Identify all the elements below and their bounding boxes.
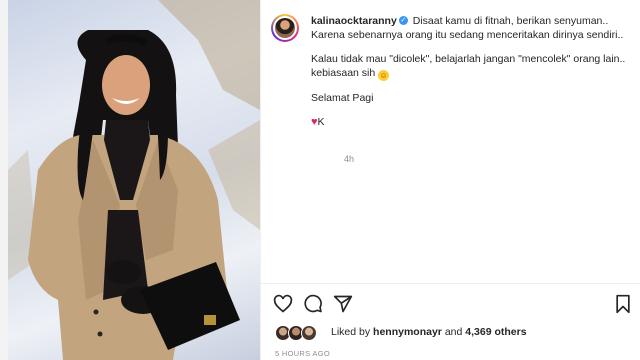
liker-avatar [301, 325, 317, 341]
heart-icon[interactable] [273, 294, 293, 314]
caption-line-4: kebiasaan sih [311, 66, 376, 79]
caption-line-1: Disaat kamu di fitnah, berikan senyuman.… [412, 15, 609, 27]
post-time-ago[interactable]: 5 HOURS AGO [275, 349, 330, 358]
caption-line-5: Selamat Pagi [311, 91, 374, 104]
username-link[interactable]: kalinaocktaranny [311, 15, 397, 27]
avatar-ring [273, 16, 297, 40]
verified-icon: ✓ [398, 16, 408, 26]
share-icon[interactable] [333, 294, 353, 314]
others-likes-link[interactable]: 4,369 others [465, 326, 526, 338]
caption-area: kalinaocktaranny ✓ Disaat kamu di fitnah,… [261, 0, 640, 282]
liker-username-link[interactable]: hennymonayr [373, 326, 442, 338]
smile-emoji-icon: ☺ [378, 69, 390, 81]
caption-line-3: Kalau tidak mau "dicolek", belajarlah ja… [311, 53, 626, 65]
caption-line-2: Karena sebenarnya orang itu sedang mence… [311, 28, 624, 41]
avatar-image [275, 18, 295, 38]
caption-gap [311, 42, 631, 53]
caption-line-6: K [317, 116, 325, 128]
caption: kalinaocktaranny ✓ Disaat kamu di fitnah,… [311, 15, 631, 130]
likes-joiner: and [444, 326, 463, 338]
post-side-panel: kalinaocktaranny ✓ Disaat kamu di fitnah,… [260, 0, 640, 360]
likes-prefix: Liked by [331, 326, 371, 338]
caption-first-line: kalinaocktaranny ✓ Disaat kamu di fitnah,… [311, 15, 631, 29]
caption-line-6-wrap: ♥K [311, 116, 631, 130]
action-bar [273, 294, 633, 314]
caption-gap [311, 81, 631, 92]
comment-timestamp[interactable]: 4h [344, 154, 354, 164]
avatar[interactable] [271, 14, 299, 42]
caption-gap [311, 105, 631, 116]
post-photo[interactable] [8, 0, 260, 360]
left-gutter [0, 0, 8, 360]
comment-icon[interactable] [303, 294, 323, 314]
photo-illustration [8, 0, 260, 360]
caption-line-4-wrap: kebiasaan sih ☺ [311, 67, 631, 81]
divider [261, 283, 640, 284]
likes-text: Liked by hennymonayr and 4,369 others [331, 326, 527, 338]
bookmark-icon[interactable] [613, 294, 633, 314]
